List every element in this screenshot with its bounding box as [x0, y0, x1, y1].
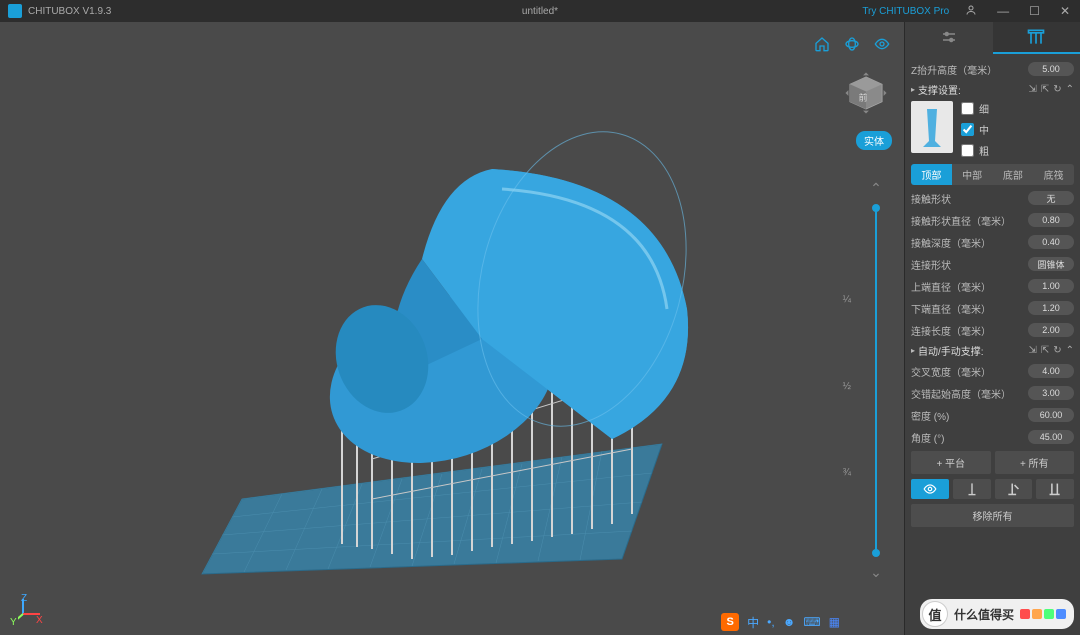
document-title: untitled*: [522, 6, 558, 17]
model-preview: [142, 79, 762, 579]
add-all-button[interactable]: + 所有: [995, 451, 1075, 474]
ruler-quarter-label: ¼: [843, 294, 851, 305]
support-settings-label: 支撑设置:: [918, 82, 961, 97]
ime-keyboard-icon[interactable]: ⌨: [803, 615, 820, 629]
axis-y-label: Y: [10, 617, 17, 628]
visibility-icon[interactable]: [874, 36, 890, 57]
mode-edit-button[interactable]: [1036, 479, 1074, 499]
density-input[interactable]: 60.00: [1028, 408, 1074, 422]
solid-mode-button[interactable]: 实体: [856, 131, 892, 150]
contact-diam-label: 接触形状直径（毫米）: [911, 213, 1011, 228]
cross-width-label: 交叉宽度（毫米）: [911, 364, 991, 379]
lower-diam-label: 下端直径（毫米）: [911, 301, 991, 316]
orbit-icon[interactable]: [844, 36, 860, 57]
ruler-bottom-handle[interactable]: [872, 549, 880, 557]
axis-x-label: X: [36, 615, 43, 626]
ruler-half-label: ½: [843, 381, 851, 392]
cross-width-input[interactable]: 4.00: [1028, 364, 1074, 378]
zlift-label: Z抬升高度（毫米）: [911, 62, 997, 77]
tab-bottom[interactable]: 底部: [993, 164, 1034, 185]
watermark: 值 什么值得买: [920, 599, 1074, 629]
app-logo: [8, 4, 22, 18]
watermark-icons: [1020, 609, 1066, 619]
close-icon[interactable]: ✕: [1056, 4, 1074, 18]
view-cube[interactable]: 前: [844, 71, 888, 115]
user-icon[interactable]: [961, 4, 981, 19]
refresh-icon[interactable]: ↻: [1053, 84, 1061, 95]
mode-remove-button[interactable]: [995, 479, 1033, 499]
tab-top[interactable]: 顶部: [911, 164, 952, 185]
add-platform-button[interactable]: + 平台: [911, 451, 991, 474]
support-preview-thumb: [911, 101, 953, 153]
ime-punct[interactable]: •,: [767, 615, 775, 629]
lower-diam-input[interactable]: 1.20: [1028, 301, 1074, 315]
export-icon[interactable]: ⇱: [1041, 84, 1049, 95]
ime-grid-icon[interactable]: ▦: [829, 615, 840, 629]
import-icon[interactable]: ⇲: [1028, 84, 1036, 95]
collapse-icon[interactable]: ▸: [911, 346, 915, 355]
chevron-down-icon[interactable]: ⌄: [870, 560, 882, 585]
app-title: CHITUBOX V1.9.3: [28, 6, 111, 17]
export-icon[interactable]: ⇱: [1041, 345, 1049, 356]
contact-depth-input[interactable]: 0.40: [1028, 235, 1074, 249]
conn-shape-select[interactable]: 圆锥体: [1028, 257, 1074, 271]
upper-diam-label: 上端直径（毫米）: [911, 279, 991, 294]
preset-thin[interactable]: 细: [961, 101, 1074, 116]
chevron-up-icon[interactable]: ⌃: [870, 176, 882, 201]
chevron-up-icon[interactable]: ⌃: [1066, 84, 1074, 95]
contact-depth-label: 接触深度（毫米）: [911, 235, 991, 250]
conn-len-label: 连接长度（毫米）: [911, 323, 991, 338]
conn-len-input[interactable]: 2.00: [1028, 323, 1074, 337]
tab-mid[interactable]: 中部: [952, 164, 993, 185]
auto-manual-label: 自动/手动支撑:: [918, 343, 984, 358]
upper-diam-input[interactable]: 1.00: [1028, 279, 1074, 293]
home-view-icon[interactable]: [814, 36, 830, 57]
maximize-icon[interactable]: ☐: [1025, 4, 1044, 18]
tab-raft[interactable]: 底筏: [1033, 164, 1074, 185]
contact-shape-label: 接触形状: [911, 191, 951, 206]
tab-settings[interactable]: [905, 22, 993, 54]
ime-emoji-icon[interactable]: ☻: [783, 615, 796, 629]
conn-shape-label: 连接形状: [911, 257, 951, 272]
preset-thick[interactable]: 粗: [961, 143, 1074, 158]
watermark-badge: 值: [922, 601, 948, 627]
ime-logo-icon[interactable]: S: [721, 613, 739, 631]
zlift-input[interactable]: 5.00: [1028, 62, 1074, 76]
collapse-icon[interactable]: ▸: [911, 85, 915, 94]
density-label: 密度 (%): [911, 408, 949, 423]
ime-lang[interactable]: 中: [747, 614, 759, 631]
tab-supports[interactable]: [993, 22, 1080, 54]
ime-bar: S 中 •, ☻ ⌨ ▦: [721, 613, 840, 631]
ruler-threequarter-label: ¾: [843, 467, 851, 478]
chevron-up-icon[interactable]: ⌃: [1066, 345, 1074, 356]
svg-text:前: 前: [859, 91, 868, 102]
mode-visibility-button[interactable]: [911, 479, 949, 499]
contact-diam-input[interactable]: 0.80: [1028, 213, 1074, 227]
cross-start-label: 交错起始高度（毫米）: [911, 386, 1011, 401]
contact-shape-select[interactable]: 无: [1028, 191, 1074, 205]
z-height-ruler[interactable]: ⌃ ¼ ½ ¾ ⌄: [864, 176, 888, 585]
angle-input[interactable]: 45.00: [1028, 430, 1074, 444]
minimize-icon[interactable]: —: [993, 4, 1013, 18]
remove-all-button[interactable]: 移除所有: [911, 504, 1074, 527]
title-bar: CHITUBOX V1.9.3 untitled* Try CHITUBOX P…: [0, 0, 1080, 22]
ruler-top-handle[interactable]: [872, 204, 880, 212]
refresh-icon[interactable]: ↻: [1053, 345, 1061, 356]
mode-add-button[interactable]: [953, 479, 991, 499]
preset-mid[interactable]: 中: [961, 122, 1074, 137]
viewport-3d[interactable]: 前 实体 ⌃ ¼ ½ ¾ ⌄ Z X Y: [0, 22, 904, 635]
watermark-text: 什么值得买: [954, 606, 1014, 623]
cross-start-input[interactable]: 3.00: [1028, 386, 1074, 400]
axis-z-label: Z: [21, 593, 27, 604]
import-icon[interactable]: ⇲: [1028, 345, 1036, 356]
angle-label: 角度 (°): [911, 430, 944, 445]
side-panel: Z抬升高度（毫米） 5.00 ▸支撑设置: ⇲ ⇱ ↻ ⌃ 细: [904, 22, 1080, 635]
try-pro-link[interactable]: Try CHITUBOX Pro: [862, 6, 949, 17]
